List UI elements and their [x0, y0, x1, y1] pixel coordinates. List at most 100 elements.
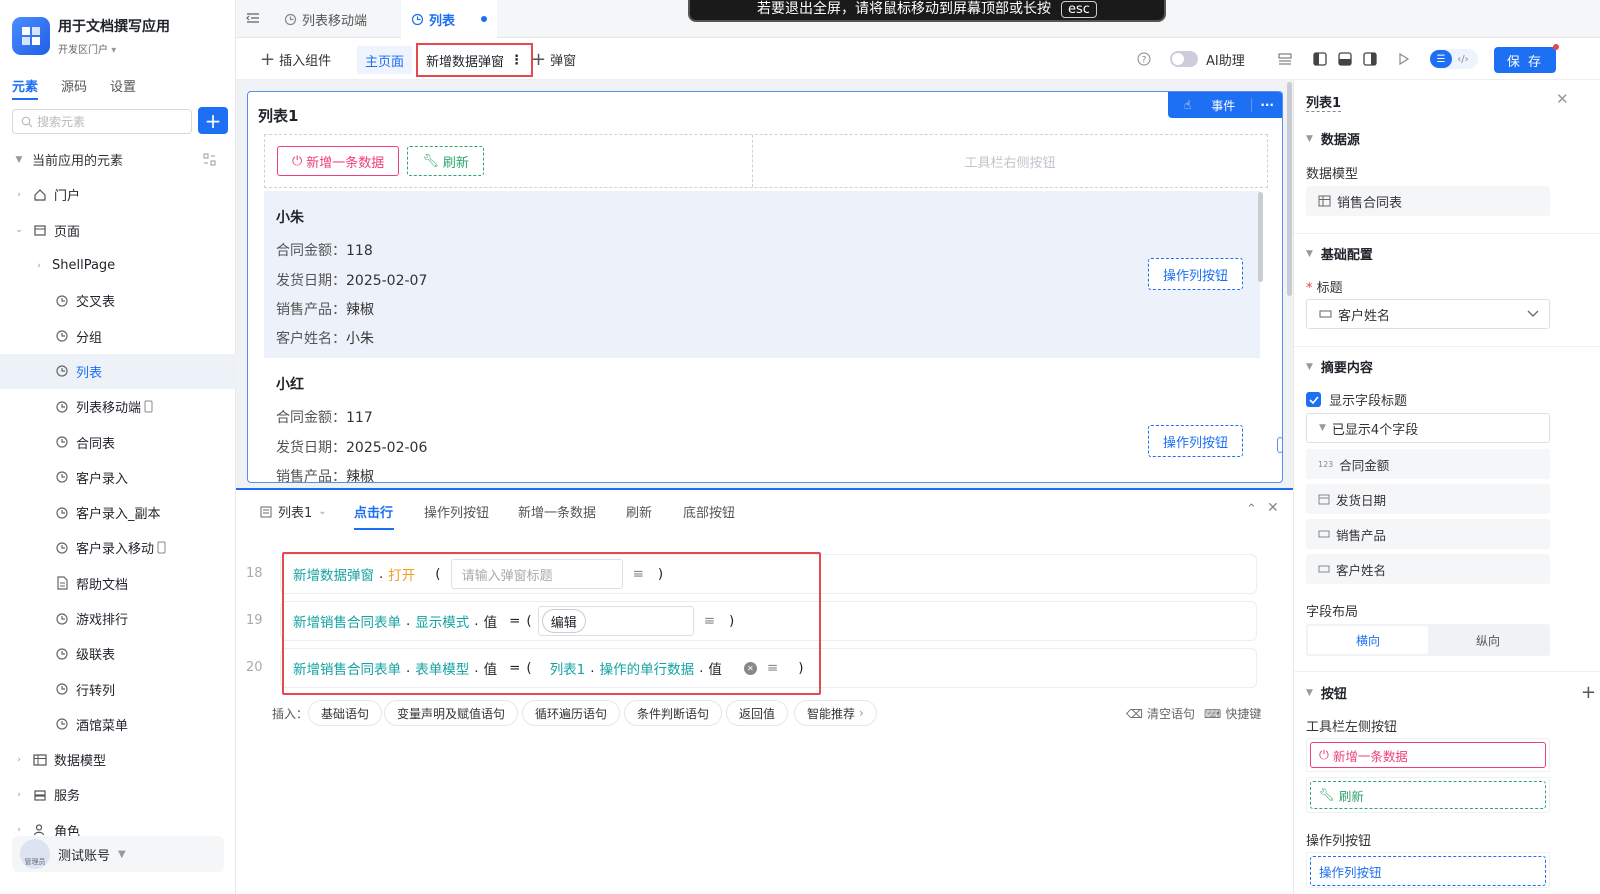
code-line[interactable]: 新增销售合同表单 . 表单模型 . 值 = ( 列表1 . 操作的单行数据 . … [280, 648, 1257, 688]
list-item[interactable]: 小朱 合同金额：118 发货日期：2025-02-07 销售产品：辣椒 客户姓名… [264, 191, 1260, 357]
visual-mode-icon[interactable]: ☰ [1430, 50, 1452, 68]
insert-condition-statement[interactable]: 条件判断语句 [624, 700, 723, 726]
toggle-switch[interactable] [1170, 51, 1198, 67]
list-component[interactable]: ☝ 事件 ··· 列表1 ⏻ 新增一条数据 🔧︎ 刷新 工具栏右侧按钮 小朱 合同… [247, 91, 1283, 483]
collapse-up-icon[interactable]: ⌃ [1246, 502, 1257, 517]
tree-item[interactable]: 帮助文档 [0, 566, 236, 601]
component-name[interactable]: 列表1 [1306, 92, 1342, 112]
title-select[interactable]: 客户姓名 [1306, 299, 1550, 329]
code-property[interactable]: 显示模式 [415, 611, 469, 631]
right-panel-icon[interactable] [1363, 52, 1377, 66]
button-config-item[interactable]: 操作列按钮 [1306, 852, 1550, 888]
code-mode-icon[interactable]: ‹/› [1452, 54, 1474, 65]
add-element-button[interactable]: + [198, 107, 228, 134]
plus-icon[interactable]: + [1581, 682, 1596, 703]
show-field-title-checkbox[interactable]: 显示字段标题 [1306, 390, 1407, 409]
value-tag[interactable]: 编辑 [541, 609, 586, 633]
component-selector[interactable]: 列表1 ⌄ [260, 502, 327, 521]
collapse-sidebar-icon[interactable] [246, 11, 260, 25]
op-button-config[interactable]: 操作列按钮 [1310, 856, 1546, 886]
button-config-item[interactable]: ⏻ 新增一条数据 [1306, 738, 1550, 772]
tree-item[interactable]: 游戏排行 [0, 601, 236, 636]
collapse-all-icon[interactable] [203, 153, 216, 166]
tree-item[interactable]: › 数据模型 [0, 742, 236, 777]
shown-fields-dropdown[interactable]: ▼ 已显示4个字段 [1306, 413, 1550, 443]
bottom-panel-icon[interactable] [1338, 52, 1352, 66]
list-item[interactable]: 小红 合同金额：117 发货日期：2025-02-06 销售产品：辣椒 操作列按… [264, 357, 1260, 482]
chevron-right-icon[interactable]: › [14, 755, 24, 765]
checkbox-checked[interactable] [1306, 392, 1321, 407]
field-item[interactable]: 销售产品 [1306, 519, 1550, 549]
tab-row-click[interactable]: 点击行 [354, 502, 393, 521]
chevron-down-icon[interactable]: ⌄ [14, 225, 24, 235]
help-icon[interactable]: ? [1137, 52, 1151, 66]
tree-item[interactable]: 列表移动端 [0, 389, 236, 424]
data-model-field[interactable]: 销售合同表 [1306, 186, 1550, 216]
chevron-right-icon[interactable]: › [14, 825, 24, 835]
code-property[interactable]: 值 [484, 611, 498, 631]
app-portal-selector[interactable]: 开发区门户 ▾ [58, 41, 116, 56]
code-property[interactable]: 表单模型 [415, 658, 469, 678]
tree-item[interactable]: 交叉表 [0, 283, 236, 318]
save-button[interactable]: 保 存 [1494, 47, 1556, 73]
dialog-title-input[interactable]: 请输入弹窗标题 [450, 559, 623, 589]
row-action-button[interactable]: 操作列按钮 [1148, 425, 1244, 457]
file-tab-list-mobile[interactable]: 列表移动端 [274, 0, 377, 38]
tree-item[interactable]: › ShellPage [0, 248, 236, 283]
add-record-button-config[interactable]: ⏻ 新增一条数据 [1310, 742, 1546, 768]
file-tab-list[interactable]: 列表 [401, 0, 497, 38]
insert-smart-recommend[interactable]: 智能推荐 › [794, 700, 877, 726]
tab-settings[interactable]: 设置 [110, 76, 136, 95]
field-item[interactable]: 客户姓名 [1306, 554, 1550, 584]
code-line[interactable]: 新增数据弹窗 . 打开 ( 请输入弹窗标题 ≡ ) [280, 554, 1257, 594]
add-dialog-button[interactable]: + 弹窗 [531, 38, 576, 80]
tree-item[interactable]: ⌄ 页面 [0, 213, 236, 248]
tree-item[interactable]: 分组 [0, 318, 236, 353]
button-config-item[interactable]: 🔧︎ 刷新 [1306, 777, 1550, 813]
field-item[interactable]: 发货日期 [1306, 484, 1550, 514]
tree-item[interactable]: 级联表 [0, 636, 236, 671]
chevron-right-icon[interactable]: › [14, 190, 24, 200]
code-line[interactable]: 新增销售合同表单 . 显示模式 . 值 = ( 编辑 ≡ ) [280, 601, 1257, 641]
insert-basic-statement[interactable]: 基础语句 [308, 700, 383, 726]
code-object[interactable]: 新增数据弹窗 [293, 564, 374, 584]
section-datasource[interactable]: ▼ 数据源 [1306, 129, 1360, 148]
code-reference[interactable]: 值 [708, 658, 722, 678]
tab-main-page[interactable]: 主页面 [357, 46, 413, 74]
tree-item[interactable]: 客户录入移动 [0, 530, 236, 565]
row-action-button[interactable]: 操作列按钮 [1148, 258, 1244, 290]
tab-source[interactable]: 源码 [61, 76, 87, 95]
section-basic-config[interactable]: ▼ 基础配置 [1306, 244, 1373, 263]
event-button[interactable]: ☝ 事件 [1168, 97, 1251, 114]
tab-row-action[interactable]: 操作列按钮 [424, 502, 489, 521]
code-object[interactable]: 新增销售合同表单 [293, 611, 401, 631]
code-property[interactable]: 值 [484, 658, 498, 678]
tree-item[interactable]: 列表 [0, 353, 236, 390]
code-method[interactable]: 打开 [388, 564, 415, 584]
insert-component-button[interactable]: + 插入组件 [260, 38, 331, 80]
refresh-button[interactable]: 🔧︎ 刷新 [407, 146, 484, 176]
expression-icon[interactable]: ≡ [704, 613, 715, 629]
section-summary[interactable]: ▼ 摘要内容 [1306, 357, 1373, 376]
insert-variable-statement[interactable]: 变量声明及赋值语句 [384, 700, 519, 726]
code-reference[interactable]: 操作的单行数据 [600, 658, 695, 678]
tree-item[interactable]: › 门户 [0, 177, 236, 212]
shortcut-button[interactable]: ⌨ 快捷键 [1204, 705, 1261, 722]
expression-icon[interactable]: ≡ [767, 660, 778, 676]
layout-icon[interactable] [1278, 52, 1292, 66]
code-object[interactable]: 新增销售合同表单 [293, 658, 401, 678]
tree-item[interactable]: 酒馆菜单 [0, 707, 236, 742]
tab-footer-button[interactable]: 底部按钮 [683, 502, 735, 521]
insert-loop-statement[interactable]: 循环遍历语句 [522, 700, 621, 726]
ai-assistant-toggle[interactable]: AI助理 [1170, 38, 1245, 80]
tab-refresh[interactable]: 刷新 [626, 502, 652, 521]
tree-item[interactable]: 客户录入_副本 [0, 495, 236, 530]
resize-handle[interactable] [1277, 437, 1283, 453]
section-buttons[interactable]: ▼ 按钮 + [1306, 682, 1596, 703]
tree-header[interactable]: ▼ 当前应用的元素 [0, 142, 236, 177]
code-reference[interactable]: 列表1 [550, 658, 586, 678]
close-icon[interactable]: ✕ [1267, 500, 1279, 516]
view-mode-switch[interactable]: ☰ ‹/› [1430, 49, 1478, 69]
clear-icon[interactable]: ✕ [743, 661, 757, 675]
chevron-right-icon[interactable]: › [34, 261, 44, 271]
